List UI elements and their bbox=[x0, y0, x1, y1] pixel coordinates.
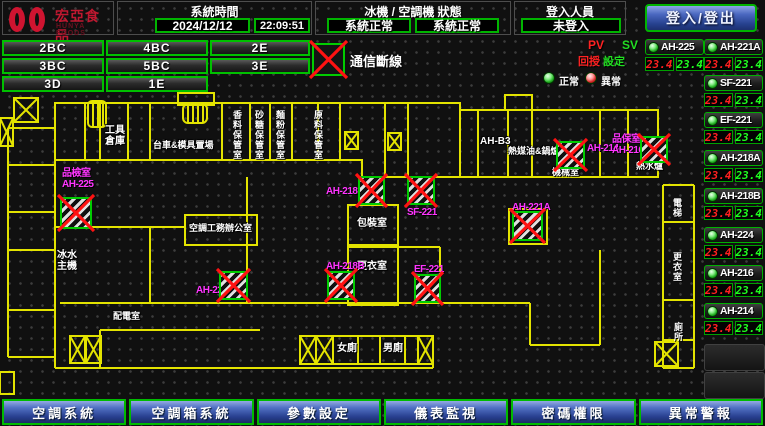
room-label-toilet-w: 女廁 bbox=[337, 344, 357, 355]
room-label-store2: 砂糖保管室 bbox=[253, 110, 266, 160]
nav-button-password-auth[interactable]: 密碼權限 bbox=[511, 399, 635, 425]
room-label-office: 空調工務辦公室 bbox=[189, 224, 252, 233]
comm-loss-marker-ah221a[interactable] bbox=[512, 211, 543, 241]
unit-tag-ah225: 品檢室 AH-225 bbox=[62, 168, 93, 190]
comm-loss-marker-ah225[interactable] bbox=[60, 197, 92, 229]
floor-plan-walls bbox=[0, 0, 765, 426]
comm-loss-marker-ah218a[interactable] bbox=[358, 176, 385, 205]
nav-button-ac-system[interactable]: 空調系統 bbox=[2, 399, 126, 425]
comm-loss-marker-ef221[interactable] bbox=[414, 274, 441, 303]
room-label-power: 配電室 bbox=[113, 312, 140, 321]
room-label-locker2: 更衣室 bbox=[671, 252, 684, 282]
room-label-packing: 包裝室 bbox=[357, 219, 387, 230]
room-label-tool: 工具 倉庫 bbox=[105, 126, 125, 147]
room-label-boiler: 熱媒油&鍋爐 bbox=[508, 147, 560, 156]
comm-loss-marker-ah218b[interactable] bbox=[327, 271, 355, 300]
room-label-store4: 原料保管室 bbox=[312, 110, 325, 160]
room-label-ahb3: AH-B3 bbox=[480, 137, 511, 148]
room-label-store1: 香料保管室 bbox=[231, 110, 244, 160]
comm-loss-marker-ah214[interactable] bbox=[556, 141, 585, 169]
room-label-toilet: 廁所 bbox=[672, 322, 685, 342]
room-label-cart: 台車&模具置場 bbox=[153, 141, 214, 150]
comm-loss-marker-sf221[interactable] bbox=[407, 176, 435, 205]
room-label-elevator: 電梯 bbox=[671, 198, 684, 218]
room-label-chiller: 冰水 主機 bbox=[57, 251, 77, 272]
bottom-nav-bar: 空調系統 空調箱系統 參數設定 儀表監視 密碼權限 異常警報 bbox=[0, 398, 765, 426]
unit-tag-sf221: SF-221 bbox=[407, 207, 437, 218]
room-label-toilet-m: 男廁 bbox=[383, 344, 403, 355]
room-label-store3: 麵粉保管室 bbox=[274, 110, 287, 160]
nav-button-meter-monitor[interactable]: 儀表監視 bbox=[384, 399, 508, 425]
nav-button-ahu-system[interactable]: 空調箱系統 bbox=[129, 399, 253, 425]
nav-button-alarm[interactable]: 異常警報 bbox=[639, 399, 763, 425]
comm-loss-marker-ah224[interactable] bbox=[219, 271, 248, 300]
nav-button-param-settings[interactable]: 參數設定 bbox=[257, 399, 381, 425]
comm-loss-marker-ah216[interactable] bbox=[640, 136, 668, 163]
